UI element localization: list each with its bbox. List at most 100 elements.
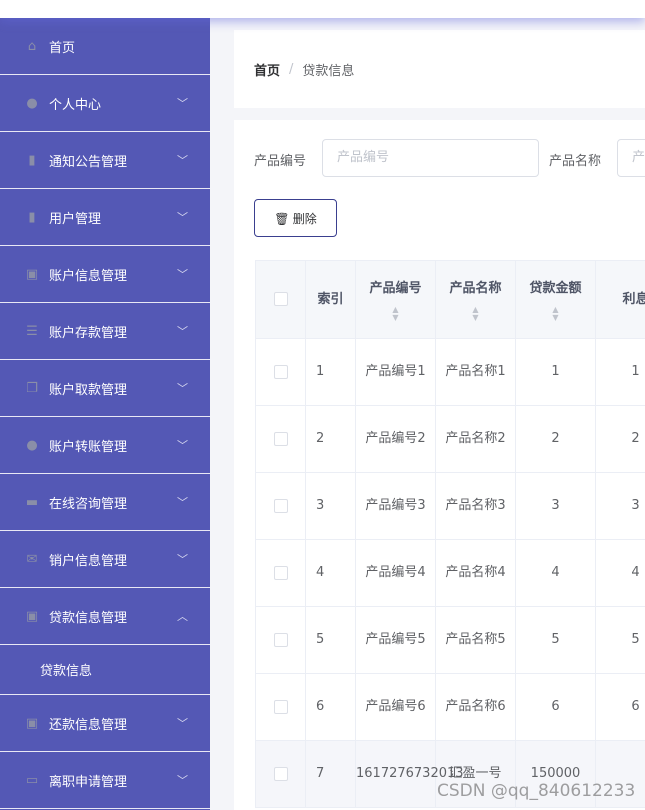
breadcrumb-separator: / — [289, 61, 294, 77]
bulb-icon: ● — [26, 437, 38, 453]
chevron-icon: ﹀ — [177, 553, 188, 566]
mail-icon: ✉ — [26, 551, 38, 567]
sidebar-item-label: 账户信息管理 — [49, 268, 128, 284]
sidebar-item[interactable]: ▣ 账户信息管理 ﹀ — [0, 246, 210, 303]
table-cell: 1 — [595, 338, 645, 406]
row-select-cell — [255, 472, 306, 540]
table-cell: 3 — [515, 472, 596, 540]
table-cell: 4 — [515, 539, 596, 607]
table-cell: 7 — [305, 740, 356, 808]
sort-icon[interactable]: ▲ ▼ — [436, 305, 515, 322]
delete-button[interactable]: 🗑 删除 — [254, 199, 337, 237]
copy-icon: ❐ — [26, 380, 38, 396]
sidebar-item[interactable]: ▮ 用户管理 ﹀ — [0, 189, 210, 246]
chart-icon: ▮ — [28, 209, 36, 225]
column-header-label: 产品名称 — [449, 280, 502, 296]
table-cell: 6 — [595, 673, 645, 741]
sidebar-item[interactable]: ☰ 账户存款管理 ﹀ — [0, 303, 210, 360]
table-cell: 产品编号5 — [355, 606, 436, 674]
table-row: 2 产品编号2 产品名称2 2 2 — [255, 405, 645, 473]
row-select-cell — [255, 338, 306, 406]
table-cell: 2 — [595, 405, 645, 473]
sidebar-item[interactable]: ▣ 还款信息管理 ﹀ — [0, 695, 210, 752]
table-cell: 2 — [305, 405, 356, 473]
table-cell: 5 — [515, 606, 596, 674]
briefcase-icon: ▬ — [25, 494, 39, 510]
submenu-item-loan-info[interactable]: 贷款信息 — [0, 645, 210, 695]
product-code-label: 产品编号 — [254, 154, 307, 169]
row-checkbox[interactable] — [273, 632, 288, 647]
sidebar-item[interactable]: ▮ 通知公告管理 ﹀ — [0, 132, 210, 189]
table-cell: 5 — [595, 606, 645, 674]
row-checkbox[interactable] — [273, 364, 288, 379]
notice-icon: ▮ — [28, 152, 36, 168]
user-icon: ● — [26, 95, 38, 111]
table-cell: 产品名称2 — [435, 405, 516, 473]
column-header[interactable]: 产品名称 ▲ ▼ — [435, 260, 516, 339]
table-cell: 5 — [305, 606, 356, 674]
sort-icon[interactable]: ▲ ▼ — [356, 305, 435, 322]
table-row: 4 产品编号4 产品名称4 4 4 — [255, 539, 645, 607]
row-checkbox[interactable] — [273, 766, 288, 781]
row-checkbox[interactable] — [273, 431, 288, 446]
chevron-icon: ﹀ — [177, 382, 188, 395]
sidebar-item[interactable]: ● 个人中心 ﹀ — [0, 75, 210, 132]
table-cell: 4 — [595, 539, 645, 607]
sidebar-item-label: 通知公告管理 — [49, 154, 128, 170]
column-header[interactable]: 产品编号 ▲ ▼ — [355, 260, 436, 339]
sort-icon[interactable]: ▲ ▼ — [516, 305, 595, 322]
sidebar-item-label: 在线咨询管理 — [49, 496, 128, 512]
chevron-icon: ﹀ — [177, 439, 188, 452]
table-cell: 产品编号2 — [355, 405, 436, 473]
table-row: 3 产品编号3 产品名称3 3 3 — [255, 472, 645, 540]
chevron-icon: ﹀ — [177, 97, 188, 110]
sidebar-item-label: 个人中心 — [49, 97, 102, 113]
sidebar-item[interactable]: ▣ 贷款信息管理 ︿ — [0, 588, 210, 645]
column-header[interactable]: 利息 — [595, 260, 645, 339]
column-header[interactable]: 贷款金额 ▲ ▼ — [515, 260, 596, 339]
sidebar-item-label: 销户信息管理 — [49, 553, 128, 569]
sidebar-item-label: 还款信息管理 — [49, 717, 128, 733]
sidebar-item-label: 离职申请管理 — [49, 774, 128, 790]
row-checkbox[interactable] — [273, 699, 288, 714]
row-checkbox[interactable] — [273, 565, 288, 580]
table-cell: 产品编号1 — [355, 338, 436, 406]
product-code-input[interactable]: 产品编号 — [322, 139, 539, 177]
table-row: 1 产品编号1 产品名称1 1 1 — [255, 338, 645, 406]
select-all-checkbox[interactable] — [273, 292, 288, 306]
chevron-icon: ﹀ — [177, 496, 188, 509]
column-header-label: 产品编号 — [369, 280, 422, 296]
sidebar-item[interactable]: ❐ 账户取款管理 ﹀ — [0, 360, 210, 417]
row-select-cell — [255, 405, 306, 473]
table-cell: 产品名称4 — [435, 539, 516, 607]
table-cell: 1 — [515, 338, 596, 406]
breadcrumb-home[interactable]: 首页 — [254, 60, 280, 79]
breadcrumb-current: 贷款信息 — [302, 63, 355, 79]
chevron-icon: ﹀ — [177, 325, 188, 338]
table-cell: 产品编号6 — [355, 673, 436, 741]
sidebar: ⌂ 首页 ● 个人中心 ﹀ ▮ 通知公告管理 ﹀ ▮ 用户管理 ﹀ ▣ 账户信息管理 ﹀ ☰ 账户存款管理 ﹀ ❐… — [0, 18, 210, 810]
sidebar-item[interactable]: ▭ 离职申请管理 ﹀ — [0, 752, 210, 809]
table-cell: 产品名称6 — [435, 673, 516, 741]
sidebar-item[interactable]: ⌂ 首页 — [0, 18, 210, 75]
row-checkbox[interactable] — [273, 498, 288, 513]
watermark: CSDN @qq_840612233 — [437, 781, 636, 801]
sidebar-item[interactable]: ▬ 在线咨询管理 ﹀ — [0, 474, 210, 531]
top-bar — [0, 0, 645, 18]
product-name-input[interactable]: 产 — [617, 139, 645, 177]
loan-table: 索引 产品编号 ▲ ▼ 产品名称 ▲ ▼ 贷款金额 ▲ ▼ 利息 1 产品编号1 产品名称1 1 1 2 产品编… — [255, 260, 645, 808]
column-header-label: 贷款金额 — [529, 280, 582, 296]
card-icon: ▭ — [25, 772, 39, 788]
sidebar-item[interactable]: ● 账户转账管理 ﹀ — [0, 417, 210, 474]
column-header-label: 利息 — [622, 291, 645, 307]
column-header[interactable]: 索引 — [305, 260, 356, 339]
sidebar-item-label: 贷款信息管理 — [49, 610, 128, 626]
sidebar-item-label: 账户取款管理 — [49, 382, 128, 398]
chevron-icon: ﹀ — [177, 774, 188, 787]
clipboard-icon: ▣ — [25, 266, 39, 282]
chevron-icon: ︿ — [177, 610, 188, 623]
clipboard-icon: ▣ — [25, 715, 39, 731]
table-cell: 产品编号3 — [355, 472, 436, 540]
sidebar-item[interactable]: ✉ 销户信息管理 ﹀ — [0, 531, 210, 588]
home-icon: ⌂ — [27, 38, 37, 54]
